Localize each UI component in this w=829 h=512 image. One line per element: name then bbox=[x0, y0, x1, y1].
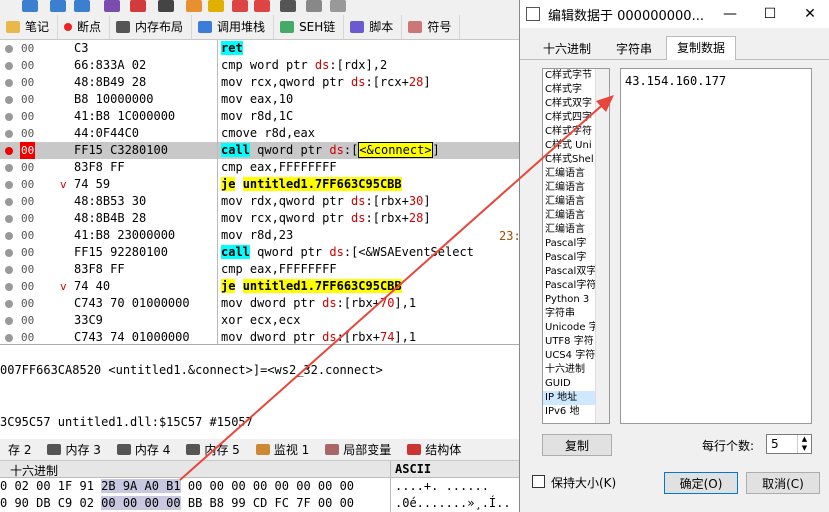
annotation-arrow bbox=[179, 95, 614, 481]
